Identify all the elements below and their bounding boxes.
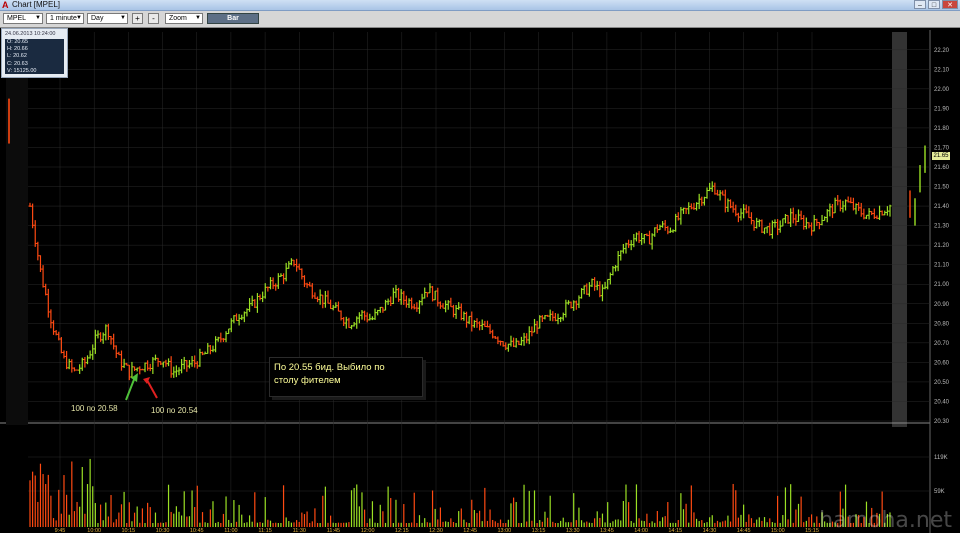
price-tick-label: 21.10 <box>934 263 950 269</box>
time-tick-label: 12:15 <box>395 528 409 533</box>
time-tick-label: 9:45 <box>55 528 66 533</box>
time-tick-label: 14:30 <box>703 528 717 533</box>
watermark-logo: hamoha.net <box>819 508 952 533</box>
ohlc-info-box: 24.06.2013 10:24:00 O: 20.65 H: 20.66 L:… <box>1 28 68 78</box>
annotation-green-note: 100 по 20.58 <box>71 404 118 413</box>
annotation-red-note: 100 по 20.54 <box>151 406 198 415</box>
time-tick-label: 15:15 <box>805 528 819 533</box>
time-tick-label: 12:30 <box>429 528 443 533</box>
annotation-textbox: По 20.55 бид. Выбило по столу фителем <box>269 357 423 397</box>
price-tick-label: 22.00 <box>934 87 950 93</box>
price-tick-label: 21.50 <box>934 185 950 191</box>
price-tick-label: 21.00 <box>934 282 950 288</box>
time-tick-label: 10:30 <box>156 528 170 533</box>
ohlc-close: C: 20.63 <box>7 60 28 67</box>
ohlc-open: O: 20.65 <box>7 39 29 45</box>
annotation-line-2: столу фителем <box>274 375 341 386</box>
annotation-line-1: По 20.55 бид. Выбило по <box>274 362 385 373</box>
time-tick-label: 14:45 <box>737 528 751 533</box>
price-tick-label: 21.80 <box>934 126 950 132</box>
time-tick-label: 11:45 <box>327 528 340 533</box>
time-tick-label: 13:45 <box>600 528 614 533</box>
time-tick-label: 12:00 <box>361 528 375 533</box>
price-tick-label: 20.80 <box>934 321 950 327</box>
time-tick-label: 10:00 <box>87 528 101 533</box>
ohlc-volume: V: 15125.00 <box>7 67 37 74</box>
price-tick-label: 20.70 <box>934 341 950 347</box>
ohlc-values: O: 20.65 H: 20.66 L: 20.62 C: 20.63 V: 1… <box>5 39 64 74</box>
time-tick-label: 13:30 <box>566 528 580 533</box>
time-tick-label: 10:45 <box>190 528 204 533</box>
time-tick-label: 13:00 <box>497 528 511 533</box>
time-tick-label: 15:00 <box>771 528 785 533</box>
time-tick-label: 11:15 <box>258 528 271 533</box>
price-tick-label: 20.30 <box>934 419 950 425</box>
left-gutter <box>6 30 28 425</box>
time-tick-label: 14:00 <box>634 528 648 533</box>
price-tick-label: 21.30 <box>934 224 950 230</box>
premarket-strip <box>892 32 907 427</box>
price-tick-label: 20.60 <box>934 360 950 366</box>
price-tick-label: 21.90 <box>934 106 950 112</box>
volume-tick-label: 119K <box>934 455 948 461</box>
time-tick-label: 12:45 <box>463 528 477 533</box>
price-volume-chart[interactable]: 22.20 22.10 22.00 21.90 21.80 21.70 21.60 21.50… <box>0 0 960 533</box>
price-tick-label: 22.20 <box>934 48 950 54</box>
price-tick-label: 21.20 <box>934 243 950 249</box>
time-tick-label: 13:15 <box>532 528 546 533</box>
price-tick-label: 21.60 <box>934 165 950 171</box>
time-tick-label: 11:30 <box>293 528 306 533</box>
volume-tick-label: 59K <box>934 489 945 495</box>
time-tick-label: 11:00 <box>224 528 237 533</box>
ohlc-date: 24.06.2013 10:24:00 <box>5 31 56 37</box>
price-tick-label: 21.40 <box>934 204 950 210</box>
red-arrow <box>146 379 158 399</box>
price-tick-label: 22.10 <box>934 67 950 73</box>
ohlc-low: L: 20.62 <box>7 53 27 60</box>
price-tick-label: 20.90 <box>934 302 950 308</box>
price-tick-label: 20.50 <box>934 380 950 386</box>
ohlc-high: H: 20.66 <box>7 46 28 53</box>
price-tick-label: 20.40 <box>934 399 950 405</box>
time-tick-label: 10:15 <box>121 528 135 533</box>
last-price-label: 21.65 <box>932 152 950 160</box>
price-tick-label: 21.70 <box>934 145 950 151</box>
time-tick-label: 14:15 <box>668 528 682 533</box>
green-arrow <box>125 376 136 401</box>
